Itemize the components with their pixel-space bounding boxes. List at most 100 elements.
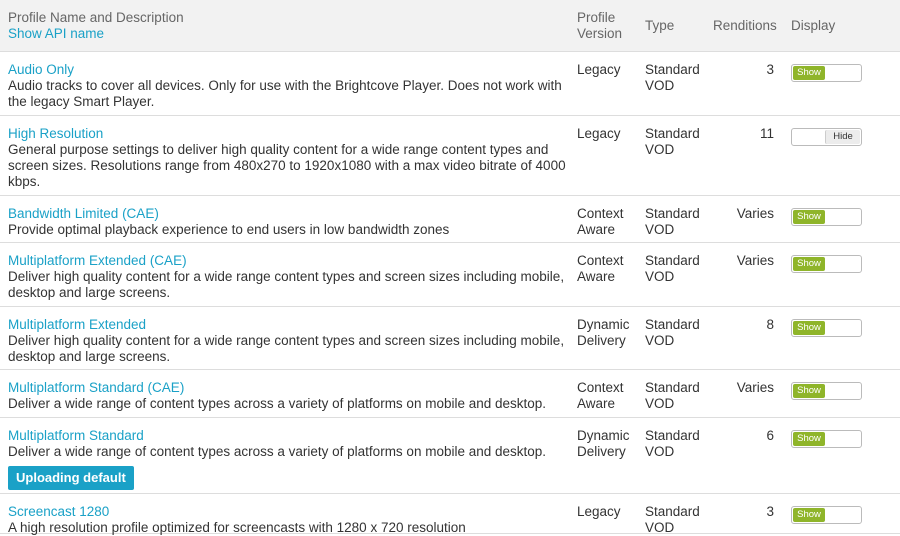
renditions-count: 11 (759, 126, 774, 141)
table-row: Multiplatform Standard Deliver a wide ran… (0, 418, 900, 494)
profile-name-link[interactable]: Multiplatform Standard (8, 428, 568, 444)
display-cell: Hide (791, 126, 862, 146)
profile-name-cell: Bandwidth Limited (CAE) Provide optimal p… (8, 206, 568, 238)
profile-name-link[interactable]: Bandwidth Limited (CAE) (8, 206, 568, 222)
display-cell: Show (791, 62, 862, 82)
display-cell: Show (791, 253, 862, 273)
display-column-header[interactable]: Display (791, 18, 835, 34)
profile-type-text: Standard (645, 428, 700, 443)
display-toggle-label: Show (793, 66, 825, 80)
profile-name-cell: Screencast 1280 A high resolution profile… (8, 504, 568, 536)
profile-type-cell: Standard VOD (645, 380, 711, 412)
profile-description: Deliver high quality content for a wide … (8, 333, 565, 348)
profile-version-text: Context (577, 206, 624, 221)
type-column-header[interactable]: Type (645, 18, 674, 34)
profile-type-cell: Standard VOD (645, 126, 711, 158)
profile-description: Deliver a wide range of content types ac… (8, 396, 547, 411)
profile-version-cell: Legacy (577, 62, 643, 78)
profile-description: desktop and large screens. (8, 349, 171, 364)
table-row: Audio Only Audio tracks to cover all devi… (0, 52, 900, 116)
display-toggle-label: Show (793, 384, 825, 398)
name-column-header[interactable]: Profile Name and Description Show API na… (8, 10, 184, 42)
profile-type-text: VOD (645, 520, 675, 535)
table-row: High Resolution General purpose settings … (0, 116, 900, 196)
table-row: Screencast 1280 A high resolution profile… (0, 494, 900, 536)
profile-type-cell: Standard VOD (645, 253, 711, 285)
profile-name-link[interactable]: High Resolution (8, 126, 568, 142)
display-cell: Show (791, 428, 862, 448)
display-toggle[interactable]: Hide (791, 128, 862, 146)
profile-version-text: Dynamic (577, 317, 630, 332)
profile-version-text: Context (577, 253, 624, 268)
profile-version-text: Legacy (577, 62, 621, 77)
profile-name-link[interactable]: Multiplatform Extended (CAE) (8, 253, 568, 269)
profile-description: Deliver a wide range of content types ac… (8, 444, 547, 459)
profile-name-cell: Multiplatform Extended (CAE) Deliver high… (8, 253, 568, 301)
display-toggle[interactable]: Show (791, 382, 862, 400)
profile-version-cell: Legacy (577, 126, 643, 142)
profile-type-text: VOD (645, 333, 675, 348)
profile-type-cell: Standard VOD (645, 206, 711, 238)
version-column-label-2: Version (577, 26, 623, 41)
display-cell: Show (791, 206, 862, 226)
profile-version-text: Dynamic (577, 428, 630, 443)
profile-description: the legacy Smart Player. (8, 94, 155, 109)
renditions-count: 3 (766, 504, 774, 519)
profile-version-cell: Context Aware (577, 253, 643, 285)
display-toggle[interactable]: Show (791, 506, 862, 524)
profiles-table: Profile Name and Description Show API na… (0, 0, 900, 536)
name-column-label: Profile Name and Description (8, 10, 184, 25)
profile-version-cell: Dynamic Delivery (577, 317, 643, 349)
profile-description: A high resolution profile optimized for … (8, 520, 466, 535)
profile-version-text: Aware (577, 396, 616, 411)
display-cell: Show (791, 380, 862, 400)
profile-name-cell: Multiplatform Extended Deliver high quali… (8, 317, 568, 365)
profile-name-link[interactable]: Screencast 1280 (8, 504, 568, 520)
profile-type-cell: Standard VOD (645, 317, 711, 349)
table-row: Multiplatform Standard (CAE) Deliver a wi… (0, 370, 900, 418)
renditions-count: 3 (766, 62, 774, 77)
profile-type-text: Standard (645, 62, 700, 77)
profile-name-link[interactable]: Audio Only (8, 62, 568, 78)
display-toggle-label: Hide (825, 130, 860, 144)
profile-name-link[interactable]: Multiplatform Standard (CAE) (8, 380, 568, 396)
profile-type-cell: Standard VOD (645, 504, 711, 536)
profile-version-cell: Dynamic Delivery (577, 428, 643, 460)
profile-name-cell: Audio Only Audio tracks to cover all devi… (8, 62, 568, 110)
display-toggle-label: Show (793, 508, 825, 522)
table-header: Profile Name and Description Show API na… (0, 0, 900, 52)
profile-description: desktop and large screens. (8, 285, 171, 300)
version-column-header[interactable]: Profile Version (577, 10, 622, 42)
display-toggle[interactable]: Show (791, 319, 862, 337)
profile-description: Deliver high quality content for a wide … (8, 269, 565, 284)
profile-description: screen sizes. Resolutions range from 480… (8, 158, 566, 173)
profile-type-text: Standard (645, 317, 700, 332)
display-toggle[interactable]: Show (791, 64, 862, 82)
show-api-name-link[interactable]: Show API name (8, 26, 184, 42)
profile-type-text: Standard (645, 126, 700, 141)
display-toggle[interactable]: Show (791, 208, 862, 226)
profile-version-text: Aware (577, 269, 616, 284)
display-cell: Show (791, 317, 862, 337)
profile-description: Audio tracks to cover all devices. Only … (8, 78, 562, 93)
renditions-column-header[interactable]: Renditions (713, 18, 777, 34)
renditions-count: Varies (736, 206, 774, 221)
profile-name-cell: High Resolution General purpose settings … (8, 126, 568, 190)
profile-type-cell: Standard VOD (645, 428, 711, 460)
profile-type-text: VOD (645, 396, 675, 411)
display-toggle[interactable]: Show (791, 255, 862, 273)
profile-type-text: VOD (645, 78, 675, 93)
profile-name-link[interactable]: Multiplatform Extended (8, 317, 568, 333)
display-cell: Show (791, 504, 862, 524)
profile-type-text: VOD (645, 444, 675, 459)
profile-type-text: VOD (645, 142, 675, 157)
profile-description: kbps. (8, 174, 41, 189)
table-row: Multiplatform Extended (CAE) Deliver high… (0, 243, 900, 307)
profile-type-text: VOD (645, 222, 675, 237)
profile-description: Provide optimal playback experience to e… (8, 222, 450, 237)
table-row: Multiplatform Extended Deliver high quali… (0, 307, 900, 370)
display-toggle[interactable]: Show (791, 430, 862, 448)
profile-type-text: VOD (645, 269, 675, 284)
profile-version-cell: Legacy (577, 504, 643, 520)
display-toggle-label: Show (793, 257, 825, 271)
